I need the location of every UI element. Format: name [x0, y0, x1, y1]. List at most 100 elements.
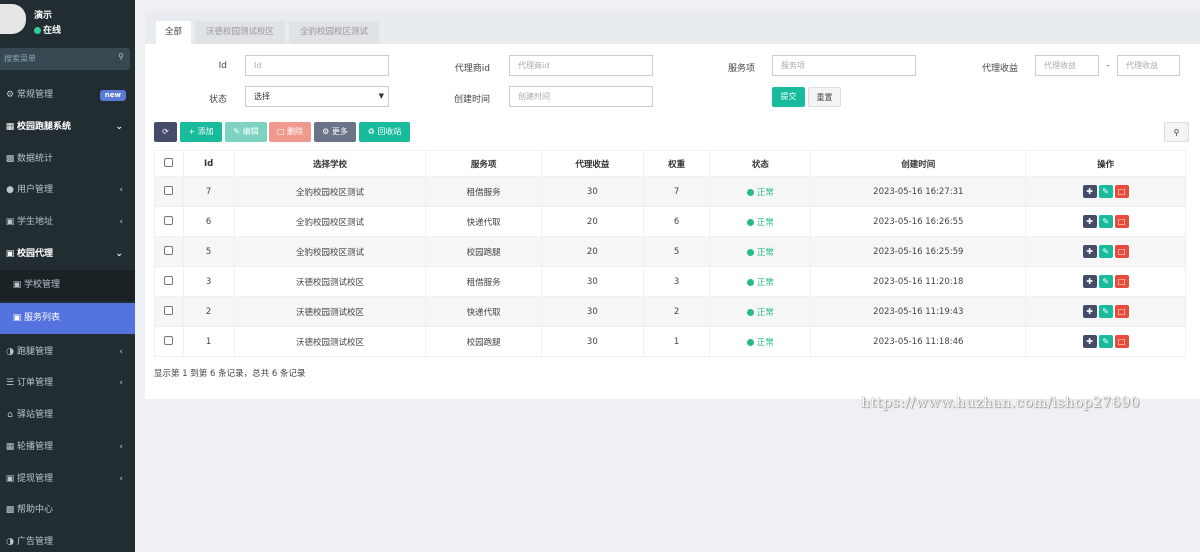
- agent-id-input[interactable]: 代理商id: [509, 55, 653, 76]
- sidebar-item-school-manage[interactable]: ▣ 学校管理: [0, 270, 135, 301]
- sidebar-item-student-address[interactable]: ▣ 学生地址 ‹: [0, 207, 135, 238]
- status-text: 正常: [756, 217, 774, 228]
- select-all-checkbox[interactable]: [164, 157, 174, 167]
- status-cell: 正常: [709, 266, 812, 297]
- delete-row-icon[interactable]: □: [1114, 185, 1129, 198]
- chevron-left-icon: ‹: [119, 347, 123, 357]
- edit-row-icon[interactable]: ✎: [1098, 335, 1113, 348]
- sidebar-item-campus-agent[interactable]: ▣ 校园代理 ⌄: [0, 239, 135, 270]
- row-checkbox[interactable]: [164, 335, 174, 345]
- drag-sort-icon[interactable]: ✚: [1082, 215, 1097, 228]
- income-max-input[interactable]: 代理收益: [1117, 55, 1180, 76]
- sidebar-item-statistics[interactable]: ▩ 数据统计: [0, 144, 135, 175]
- edit-row-icon[interactable]: ✎: [1098, 245, 1113, 258]
- delete-row-icon[interactable]: □: [1114, 245, 1129, 258]
- delete-row-icon[interactable]: □: [1114, 215, 1129, 228]
- sidebar-item-station[interactable]: ⌂ 驿站管理: [0, 400, 135, 431]
- table-row[interactable]: 6 全豹校园校区测试 快递代取 20 6 正常 2023-05-16 16:26…: [154, 206, 1186, 237]
- sidebar-item-withdraw[interactable]: ▣ 提现管理 ‹: [0, 464, 135, 495]
- drag-sort-icon[interactable]: ✚: [1082, 245, 1097, 258]
- sidebar-item-users[interactable]: ● 用户管理 ‹: [0, 175, 135, 206]
- submit-button[interactable]: 提交: [772, 87, 805, 107]
- online-dot-icon: [34, 27, 41, 34]
- avatar: [0, 4, 26, 34]
- column-header[interactable]: 权重: [642, 150, 711, 177]
- search-icon[interactable]: ⚲: [118, 52, 124, 61]
- reset-button[interactable]: 重置: [808, 87, 841, 107]
- column-header[interactable]: Id: [182, 150, 235, 177]
- column-header[interactable]: 状态: [709, 150, 812, 177]
- image-icon: ▦: [5, 442, 15, 452]
- edit-row-icon[interactable]: ✎: [1098, 215, 1113, 228]
- status-select[interactable]: 选择 ▼: [245, 86, 389, 107]
- id-input[interactable]: Id: [245, 55, 389, 76]
- row-checkbox[interactable]: [164, 215, 174, 225]
- edit-row-icon[interactable]: ✎: [1098, 305, 1113, 318]
- chevron-down-icon: ⌄: [115, 249, 123, 259]
- sidebar-item-orders[interactable]: ☰ 订单管理 ‹: [0, 368, 135, 399]
- checkbox-cell: [154, 326, 184, 357]
- chevron-left-icon: ‹: [119, 378, 123, 388]
- tab-all[interactable]: 全部: [156, 21, 191, 44]
- edit-row-icon[interactable]: ✎: [1098, 185, 1113, 198]
- sidebar-item-ads[interactable]: ◑ 广告管理: [0, 527, 135, 552]
- column-header[interactable]: 代理收益: [540, 150, 644, 177]
- drag-sort-icon[interactable]: ✚: [1082, 185, 1097, 198]
- column-header: 操作: [1025, 150, 1186, 177]
- service-input[interactable]: 服务项: [772, 55, 916, 76]
- data-table: Id 选择学校 服务项 代理收益 权重 状态 创建时间 操作 7 全豹校园校区测…: [154, 150, 1186, 357]
- sidebar: 演示 在线 搜索菜单 ⚲ ⚙ 常规管理 new ▦ 校园跑腿系统 ⌄ ▩ 数据统计 ● 用户管…: [0, 0, 135, 552]
- id-placeholder: Id: [254, 61, 262, 70]
- select-all-cell: [154, 150, 184, 177]
- status-cell: 正常: [709, 236, 812, 267]
- edit-label: 编辑: [242, 127, 259, 136]
- delete-row-icon[interactable]: □: [1114, 305, 1129, 318]
- row-checkbox[interactable]: [164, 275, 174, 285]
- sidebar-item-campus-system[interactable]: ▦ 校园跑腿系统 ⌄: [0, 112, 135, 143]
- row-checkbox[interactable]: [164, 305, 174, 315]
- column-header[interactable]: 服务项: [425, 150, 542, 177]
- main-panel: 全部 沃德校园测试校区 全豹校园校区测试 Id Id 代理商id 代理商id 服…: [145, 11, 1200, 399]
- table-row[interactable]: 2 沃德校园测试校区 快递代取 30 2 正常 2023-05-16 11:19…: [154, 296, 1186, 327]
- income-min-input[interactable]: 代理收益: [1035, 55, 1099, 76]
- tab-quanbao-campus[interactable]: 全豹校园校区测试: [289, 21, 379, 44]
- menu-search-input[interactable]: 搜索菜单 ⚲: [0, 48, 130, 70]
- status-dot-icon: [746, 218, 754, 226]
- delete-row-icon[interactable]: □: [1114, 275, 1129, 288]
- sidebar-item-carousel[interactable]: ▦ 轮播管理 ‹: [0, 432, 135, 463]
- checkbox-cell: [154, 296, 184, 327]
- delete-label: 删除: [287, 127, 304, 136]
- column-header[interactable]: 选择学校: [233, 150, 427, 177]
- table-row[interactable]: 7 全豹校园校区测试 租借服务 30 7 正常 2023-05-16 16:27…: [154, 176, 1186, 207]
- table-search-button[interactable]: ⚲: [1164, 122, 1189, 142]
- more-button[interactable]: ⚙ 更多: [314, 122, 356, 142]
- recycle-bin-button[interactable]: ♻ 回收站: [359, 122, 410, 142]
- drag-sort-icon[interactable]: ✚: [1082, 335, 1097, 348]
- created-input[interactable]: 创建时间: [509, 86, 653, 107]
- add-button[interactable]: + 添加: [180, 122, 222, 142]
- drag-sort-icon[interactable]: ✚: [1082, 305, 1097, 318]
- edit-button[interactable]: ✎ 编辑: [225, 122, 267, 142]
- chevron-left-icon: ‹: [119, 474, 123, 484]
- row-checkbox[interactable]: [164, 245, 174, 255]
- delete-row-icon[interactable]: □: [1114, 335, 1129, 348]
- square-icon: ▣: [12, 280, 22, 290]
- edit-row-icon[interactable]: ✎: [1098, 275, 1113, 288]
- table-row[interactable]: 3 沃德校园测试校区 租借服务 30 3 正常 2023-05-16 11:20…: [154, 266, 1186, 297]
- table-row[interactable]: 1 沃德校园测试校区 校园跑腿 30 1 正常 2023-05-16 11:18…: [154, 326, 1186, 357]
- weight-cell: 2: [642, 296, 711, 327]
- table-row[interactable]: 5 全豹校园校区测试 校园跑腿 20 5 正常 2023-05-16 16:25…: [154, 236, 1186, 267]
- sidebar-item-help[interactable]: ▩ 帮助中心: [0, 495, 135, 526]
- column-header[interactable]: 创建时间: [810, 150, 1027, 177]
- drag-sort-icon[interactable]: ✚: [1082, 275, 1097, 288]
- refresh-button[interactable]: ⟳: [154, 122, 177, 142]
- sidebar-item-service-list[interactable]: ▣ 服务列表: [0, 303, 135, 334]
- status-dot-icon: [746, 248, 754, 256]
- sidebar-item-errand[interactable]: ◑ 跑腿管理 ‹: [0, 337, 135, 368]
- status-dot-icon: [746, 338, 754, 346]
- delete-button[interactable]: □ 删除: [269, 122, 311, 142]
- row-checkbox[interactable]: [164, 185, 174, 195]
- sidebar-item-general[interactable]: ⚙ 常规管理 new: [0, 80, 135, 111]
- tab-wode-campus[interactable]: 沃德校园测试校区: [195, 21, 285, 44]
- sidebar-item-label: 学生地址: [17, 217, 54, 227]
